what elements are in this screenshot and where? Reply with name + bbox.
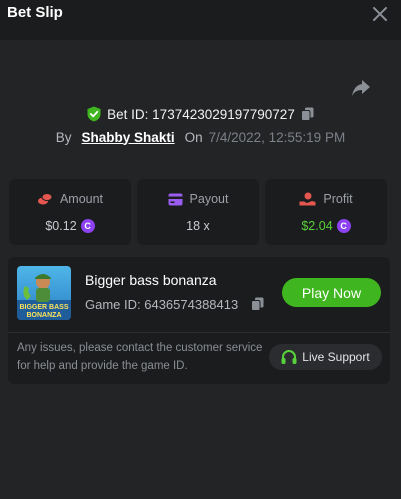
bet-meta-row: By Shabby Shakti On 7/4/2022, 12:55:19 P… [0, 126, 401, 148]
on-label: On [184, 129, 203, 145]
bet-date: 7/4/2022, 12:55:19 PM [208, 129, 346, 145]
user-link[interactable]: Shabby Shakti [82, 130, 175, 145]
bet-id-row: Bet ID: 1737423029197790727 [0, 103, 401, 125]
profit-label: Profit [323, 192, 353, 206]
hand-coin-icon [299, 192, 316, 206]
coins-icon [37, 193, 53, 205]
by-label: By [55, 129, 72, 145]
currency-c-icon: C [336, 219, 351, 233]
page-title: Bet Slip [7, 4, 63, 21]
amount-label: Amount [59, 192, 104, 206]
share-icon[interactable] [351, 79, 371, 97]
amount-value: $0.12 [45, 219, 77, 233]
game-card: BIGGER BASS BONANZA Bigger bass bonanza … [8, 257, 390, 384]
support-message: Any issues, please contact the customer … [17, 342, 263, 372]
currency-c-icon: C [80, 219, 95, 233]
profit-value: $2.04 [301, 219, 333, 233]
headset-icon [281, 349, 297, 364]
game-id: Game ID: 6436574388413 [85, 296, 239, 312]
header-bar: Bet Slip [0, 0, 401, 40]
payout-label: Payout [189, 192, 229, 206]
payout-card: Payout 18 x [137, 179, 259, 245]
card-icon [168, 193, 183, 205]
svg-text:BONANZA: BONANZA [27, 312, 62, 319]
close-icon[interactable] [371, 5, 389, 23]
divider [8, 332, 390, 333]
bet-id: Bet ID: 1737423029197790727 [107, 106, 295, 122]
live-support-button[interactable]: Live Support [269, 344, 382, 370]
play-now-button[interactable]: Play Now [282, 278, 381, 307]
copy-icon[interactable] [300, 107, 314, 121]
profit-card: Profit $2.04 C [265, 179, 387, 245]
game-name: Bigger bass bonanza [85, 272, 217, 288]
game-id-row: Game ID: 6436574388413 [85, 295, 264, 313]
svg-text:BIGGER BASS: BIGGER BASS [19, 304, 68, 311]
copy-icon[interactable] [251, 297, 264, 311]
payout-value: 18 x [186, 219, 210, 233]
live-support-label: Live Support [302, 350, 370, 364]
shield-check-icon [87, 106, 101, 122]
game-thumbnail[interactable]: BIGGER BASS BONANZA [17, 266, 71, 320]
amount-card: Amount $0.12 C [9, 179, 131, 245]
